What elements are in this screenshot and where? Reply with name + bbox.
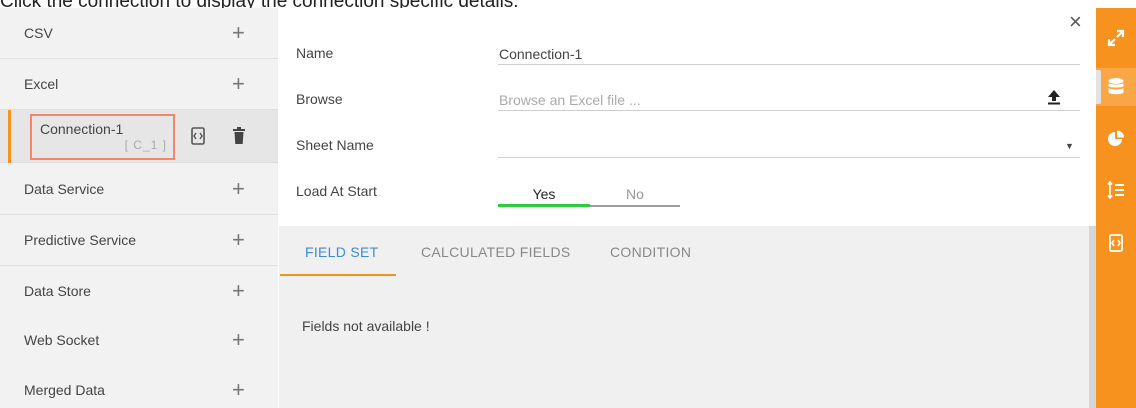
plus-icon[interactable]: + <box>232 229 245 251</box>
database-tool[interactable] <box>1096 68 1136 106</box>
sidebar-item-web-socket[interactable]: Web Socket + <box>0 315 278 366</box>
sidebar-item-merged-data[interactable]: Merged Data + <box>0 364 278 408</box>
chart-tool[interactable] <box>1096 120 1136 158</box>
toggle-no-indicator <box>590 205 680 207</box>
close-icon[interactable]: × <box>1069 11 1082 33</box>
sidebar-item-label: Merged Data <box>24 381 105 398</box>
tab-field-set[interactable]: FIELD SET <box>305 244 379 260</box>
toggle-yes-indicator <box>498 204 590 207</box>
name-label: Name <box>296 45 334 61</box>
sort-tool[interactable] <box>1096 171 1136 209</box>
sidebar-item-label: Data Service <box>24 181 105 197</box>
sidebar-item-data-store[interactable]: Data Store + <box>0 266 278 317</box>
browse-label: Browse <box>296 91 343 107</box>
database-icon <box>1108 78 1124 95</box>
sidebar-item-csv[interactable]: CSV + <box>0 8 278 59</box>
script-icon[interactable] <box>191 127 205 145</box>
selected-accent-bar <box>8 110 11 163</box>
sidebar-item-label: CSV <box>24 25 53 41</box>
connection-name: Connection-1 <box>40 121 124 137</box>
sidebar-item-label: Excel <box>24 76 59 92</box>
upload-icon[interactable] <box>1047 89 1061 105</box>
pie-chart-icon <box>1108 130 1124 146</box>
browse-file-field[interactable]: Browse an Excel file ... <box>499 92 641 108</box>
plus-icon[interactable]: + <box>232 378 245 401</box>
sidebar-item-label: Data Store <box>24 283 91 299</box>
name-field-underline <box>498 64 1080 65</box>
sidebar-item-predictive-service[interactable]: Predictive Service + <box>0 215 278 266</box>
browse-field-underline <box>498 110 1080 111</box>
expand-tool[interactable] <box>1096 19 1136 57</box>
sheet-name-label: Sheet Name <box>296 137 374 153</box>
sidebar-item-label: Predictive Service <box>24 232 137 248</box>
connection-code: [ C_1 ] <box>124 138 167 152</box>
plus-icon[interactable]: + <box>232 73 245 95</box>
sidebar-item-excel[interactable]: Excel + <box>0 59 278 110</box>
plus-icon[interactable]: + <box>232 329 245 351</box>
connection-highlight-box[interactable]: Connection-1 [ C_1 ] <box>30 114 175 160</box>
trash-icon[interactable] <box>232 127 246 145</box>
active-tab-indicator <box>280 274 396 276</box>
scrollbar[interactable] <box>1089 226 1096 408</box>
plus-icon[interactable]: + <box>232 280 245 302</box>
script-tool[interactable] <box>1096 224 1136 262</box>
load-at-start-label: Load At Start <box>296 183 377 199</box>
tab-condition[interactable]: CONDITION <box>610 244 691 260</box>
sort-list-icon <box>1107 181 1124 199</box>
plus-icon[interactable]: + <box>232 22 245 44</box>
expand-icon <box>1107 29 1125 47</box>
name-field[interactable]: Connection-1 <box>499 46 582 62</box>
plus-icon[interactable]: + <box>232 178 245 200</box>
sidebar-item-label: Web Socket <box>24 332 100 348</box>
script-icon <box>1109 234 1123 252</box>
tab-calculated-fields[interactable]: CALCULATED FIELDS <box>421 244 571 260</box>
dropdown-caret-icon[interactable]: ▼ <box>1065 141 1074 151</box>
connection-row[interactable]: Connection-1 [ C_1 ] <box>0 110 278 163</box>
empty-fields-message: Fields not available ! <box>302 318 430 334</box>
sheet-name-underline <box>498 157 1080 158</box>
sidebar-item-data-service[interactable]: Data Service + <box>0 164 278 215</box>
